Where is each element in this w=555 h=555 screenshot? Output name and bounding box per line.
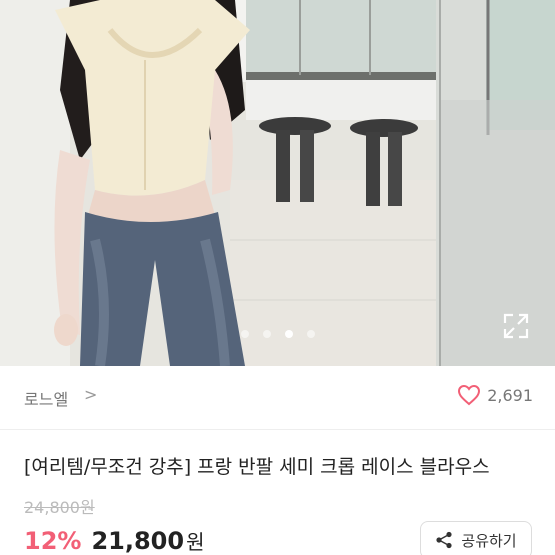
like-count: 2,691 — [487, 385, 533, 405]
share-label: 공유하기 — [461, 531, 517, 550]
share-icon — [436, 531, 452, 549]
gallery-dot-active[interactable] — [284, 330, 293, 338]
product-image[interactable] — [0, 0, 555, 366]
share-button[interactable]: 공유하기 — [420, 521, 532, 555]
discount-rate: 12% — [24, 527, 82, 555]
seller-row: 로느엘 > 2,691 — [0, 366, 555, 430]
gallery-dot[interactable] — [240, 330, 249, 338]
price-currency: 원 — [186, 530, 205, 554]
chevron-right-icon[interactable]: > — [84, 385, 97, 404]
product-title: [여리템/무조건 강추] 프랑 반팔 세미 크롭 레이스 블라우스 — [24, 456, 490, 478]
gallery-dot[interactable] — [262, 330, 271, 338]
heart-outline-icon — [458, 384, 481, 406]
sale-price: 21,800 — [91, 527, 185, 555]
gallery-pagination — [0, 330, 555, 338]
seller-name[interactable]: 로느엘 — [24, 386, 68, 410]
product-photo-illustration — [0, 0, 555, 366]
gallery-dot[interactable] — [306, 330, 315, 338]
price-row: 12% 21,800 원 — [24, 526, 204, 555]
expand-icon[interactable] — [502, 312, 530, 340]
original-price: 24,800원 — [24, 498, 95, 517]
like-button[interactable]: 2,691 — [457, 384, 533, 406]
